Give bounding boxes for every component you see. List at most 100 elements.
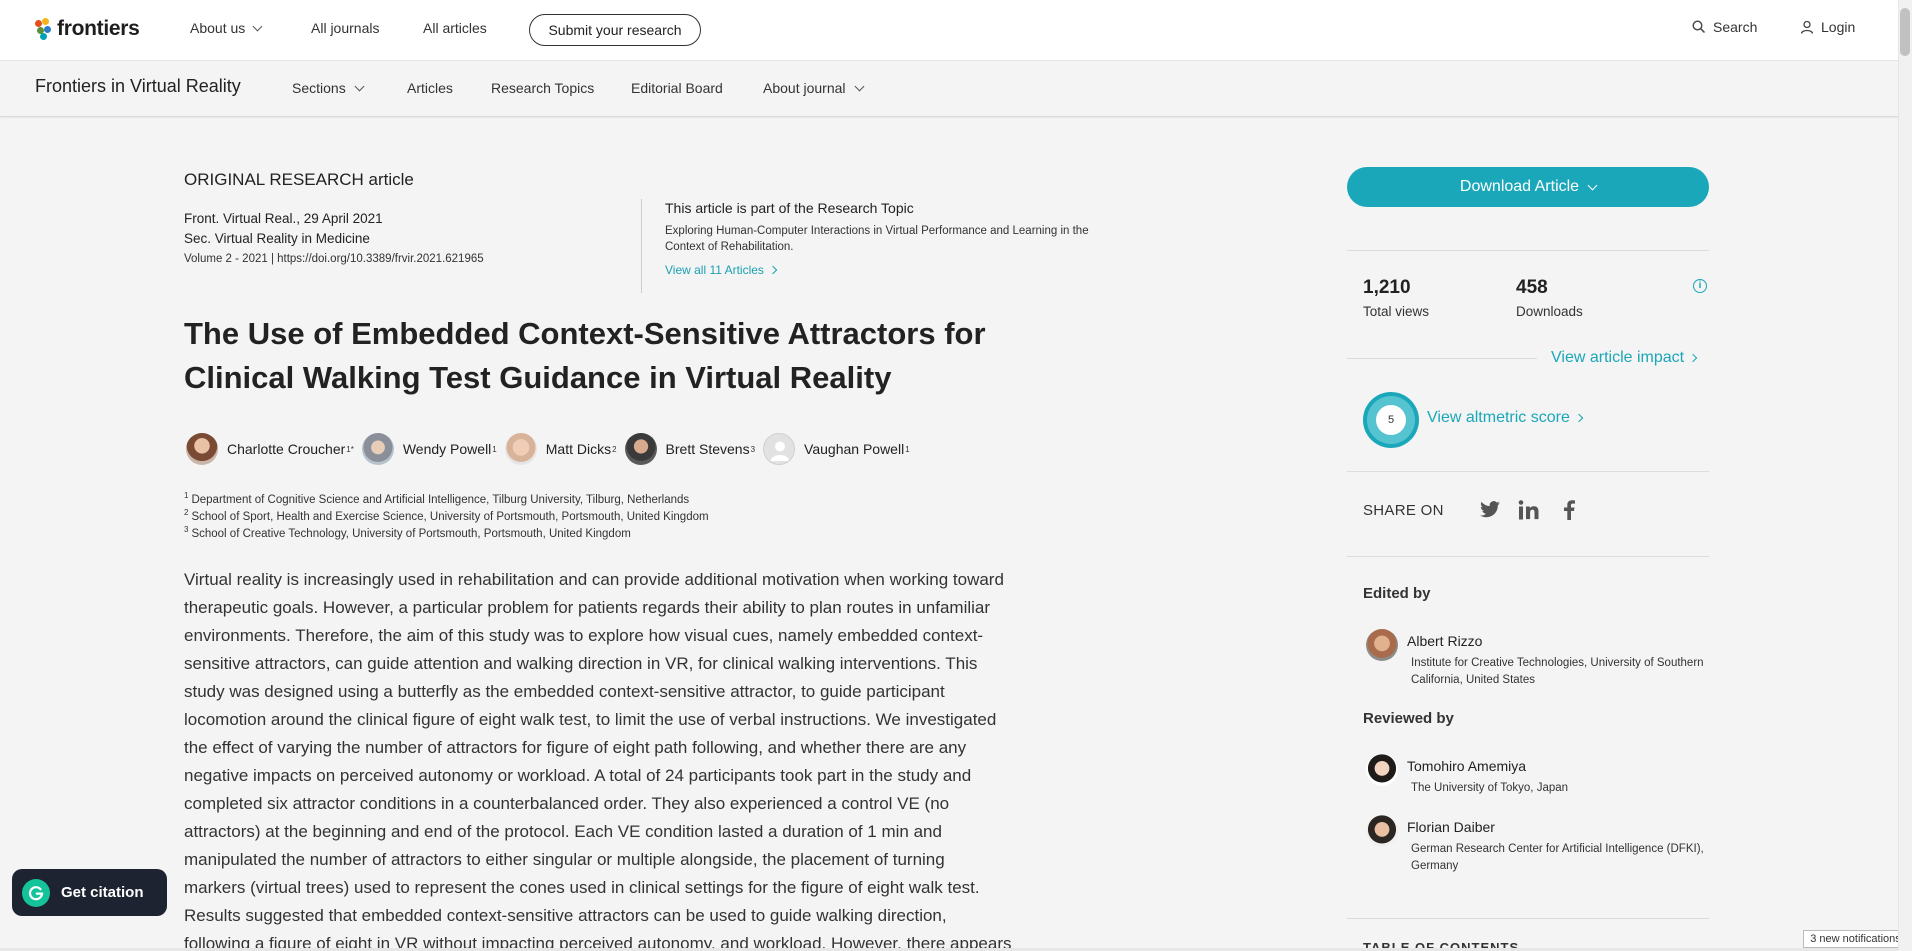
- altmetric-badge-icon[interactable]: 5: [1363, 392, 1419, 448]
- research-topic-heading: This article is part of the Research Top…: [665, 200, 914, 216]
- author-name: Matt Dicks: [545, 441, 612, 457]
- divider: [1347, 358, 1537, 359]
- divider: [1347, 918, 1709, 919]
- twitter-icon[interactable]: [1479, 498, 1501, 522]
- avatar-placeholder: [763, 433, 796, 465]
- nav-all-articles[interactable]: All articles: [423, 20, 487, 36]
- view-all-articles-label: View all 11 Articles: [665, 263, 764, 277]
- author-list: Charlotte Croucher 1* Wendy Powell 1 Matt …: [186, 432, 918, 466]
- divider: [1347, 471, 1709, 472]
- search-label: Search: [1713, 19, 1758, 35]
- nav-all-journals-label: All journals: [311, 20, 380, 36]
- author-vaughan-powell[interactable]: Vaughan Powell 1: [763, 433, 910, 465]
- abstract-line: negative impacts on perceived autonomy o…: [184, 766, 972, 785]
- download-article-button[interactable]: Download Article: [1347, 167, 1709, 207]
- affiliation-1: 1 Department of Cognitive Science and Art…: [184, 491, 689, 506]
- journal-navigation: Frontiers in Virtual Reality Sections Ar…: [0, 62, 1898, 117]
- nav-research-topics-label: Research Topics: [491, 80, 595, 96]
- linkedin-icon[interactable]: [1518, 498, 1540, 522]
- author-name: Vaughan Powell: [804, 441, 905, 457]
- volume-doi[interactable]: Volume 2 - 2021 | https://doi.org/10.338…: [184, 253, 484, 265]
- chevron-down-icon: [854, 81, 864, 91]
- user-icon: [1800, 20, 1814, 34]
- nav-sections[interactable]: Sections: [292, 80, 365, 96]
- abstract-line: environments. Therefore, the aim of this…: [184, 626, 984, 645]
- nav-about-journal[interactable]: About journal: [763, 80, 864, 96]
- frontiers-logo[interactable]: frontiers: [35, 17, 140, 41]
- chevron-right-icon: [768, 265, 778, 275]
- get-citation-button[interactable]: Get citation: [12, 869, 167, 916]
- avatar[interactable]: [1366, 754, 1398, 786]
- downloads-label: Downloads: [1516, 304, 1583, 319]
- author-affiliation-sup: 1: [492, 444, 497, 454]
- abstract-line: therapeutic goals. However, a particular…: [184, 598, 991, 617]
- affiliation-number: 3: [184, 525, 189, 534]
- article-type: ORIGINAL RESEARCH article: [184, 170, 414, 189]
- page-scrollbar[interactable]: [1898, 0, 1912, 951]
- abstract-line: Virtual reality is increasingly used in …: [184, 570, 1004, 589]
- view-altmetric-score-label: View altmetric score: [1427, 409, 1570, 426]
- view-all-articles-link[interactable]: View all 11 Articles: [665, 263, 778, 277]
- author-affiliation-sup: 2: [612, 444, 617, 454]
- affiliation-text: School of Sport, Health and Exercise Sci…: [191, 510, 709, 523]
- nav-editorial-board[interactable]: Editorial Board: [631, 80, 723, 96]
- total-views-label: Total views: [1363, 304, 1430, 319]
- author-charlotte-croucher[interactable]: Charlotte Croucher 1*: [186, 433, 354, 465]
- nav-about-us[interactable]: About us: [190, 20, 263, 36]
- scrollbar-thumb[interactable]: [1900, 8, 1910, 56]
- reviewer-name[interactable]: Florian Daiber: [1407, 819, 1495, 835]
- affiliation-2: 2 School of Sport, Health and Exercise Sc…: [184, 508, 709, 523]
- nav-all-journals[interactable]: All journals: [311, 20, 379, 36]
- login-button[interactable]: Login: [1800, 19, 1855, 35]
- avatar[interactable]: [1366, 815, 1398, 847]
- author-name: Charlotte Croucher: [227, 441, 346, 457]
- altmetric-score: 5: [1376, 405, 1406, 435]
- search-button[interactable]: Search: [1692, 19, 1757, 35]
- author-matt-dicks[interactable]: Matt Dicks 2: [504, 433, 617, 465]
- reviewer-name[interactable]: Tomohiro Amemiya: [1407, 758, 1526, 774]
- share-on-label: SHARE ON: [1363, 502, 1444, 519]
- download-article-label: Download Article: [1459, 178, 1580, 195]
- affiliation-text: Department of Cognitive Science and Arti…: [191, 493, 690, 506]
- affiliation-number: 1: [184, 491, 189, 500]
- nav-research-topics[interactable]: Research Topics: [491, 80, 594, 96]
- journal-name-link[interactable]: Frontiers in Virtual Reality: [35, 76, 241, 97]
- frontiers-logo-icon: [35, 18, 52, 40]
- nav-articles[interactable]: Articles: [407, 80, 453, 96]
- abstract-line: manipulated the number of attractors to …: [184, 850, 945, 869]
- view-article-impact-label: View article impact: [1551, 349, 1685, 366]
- author-name: Wendy Powell: [402, 441, 492, 457]
- divider: [1347, 250, 1709, 251]
- info-icon[interactable]: i: [1693, 279, 1707, 293]
- article-abstract: Virtual reality is increasingly used in …: [184, 566, 1104, 951]
- author-wendy-powell[interactable]: Wendy Powell 1: [361, 433, 497, 465]
- chevron-down-icon: [354, 81, 365, 91]
- abstract-line: sensitive attractors, can guide attentio…: [184, 654, 978, 673]
- nav-articles-label: Articles: [407, 80, 453, 96]
- view-altmetric-score-link[interactable]: View altmetric score: [1427, 409, 1584, 427]
- affiliation-text: School of Creative Technology, Universit…: [191, 527, 631, 540]
- notifications-badge[interactable]: 3 new notifications: [1803, 930, 1908, 948]
- nav-about-journal-label: About journal: [763, 80, 846, 96]
- editor-name[interactable]: Albert Rizzo: [1407, 633, 1482, 649]
- affiliation-number: 2: [184, 508, 189, 517]
- view-article-impact-link[interactable]: View article impact: [1551, 349, 1698, 367]
- avatar: [624, 433, 657, 465]
- abstract-line: the effect of varying the number of attr…: [184, 738, 967, 757]
- reviewed-by-heading: Reviewed by: [1363, 710, 1454, 727]
- avatar[interactable]: [1366, 629, 1398, 661]
- facebook-icon[interactable]: [1563, 498, 1575, 522]
- submit-research-button[interactable]: Submit your research: [529, 14, 701, 46]
- editor-affiliation: Institute for Creative Technologies, Uni…: [1411, 657, 1704, 686]
- author-brett-stevens[interactable]: Brett Stevens 3: [624, 433, 755, 465]
- reviewer-affiliation: German Research Center for Artificial In…: [1411, 843, 1704, 872]
- section-link[interactable]: Sec. Virtual Reality in Medicine: [184, 231, 370, 246]
- nav-editorial-board-label: Editorial Board: [631, 80, 723, 96]
- research-topic-title[interactable]: Exploring Human-Computer Interactions in…: [665, 223, 1105, 255]
- downloads-count: 458: [1516, 277, 1548, 298]
- chevron-right-icon: [1688, 353, 1698, 363]
- logo-text: frontiers: [57, 17, 140, 40]
- author-affiliation-sup: 1*: [346, 444, 354, 454]
- abstract-line: Results suggested that embedded context-…: [184, 906, 947, 925]
- grammarly-icon: [22, 878, 50, 907]
